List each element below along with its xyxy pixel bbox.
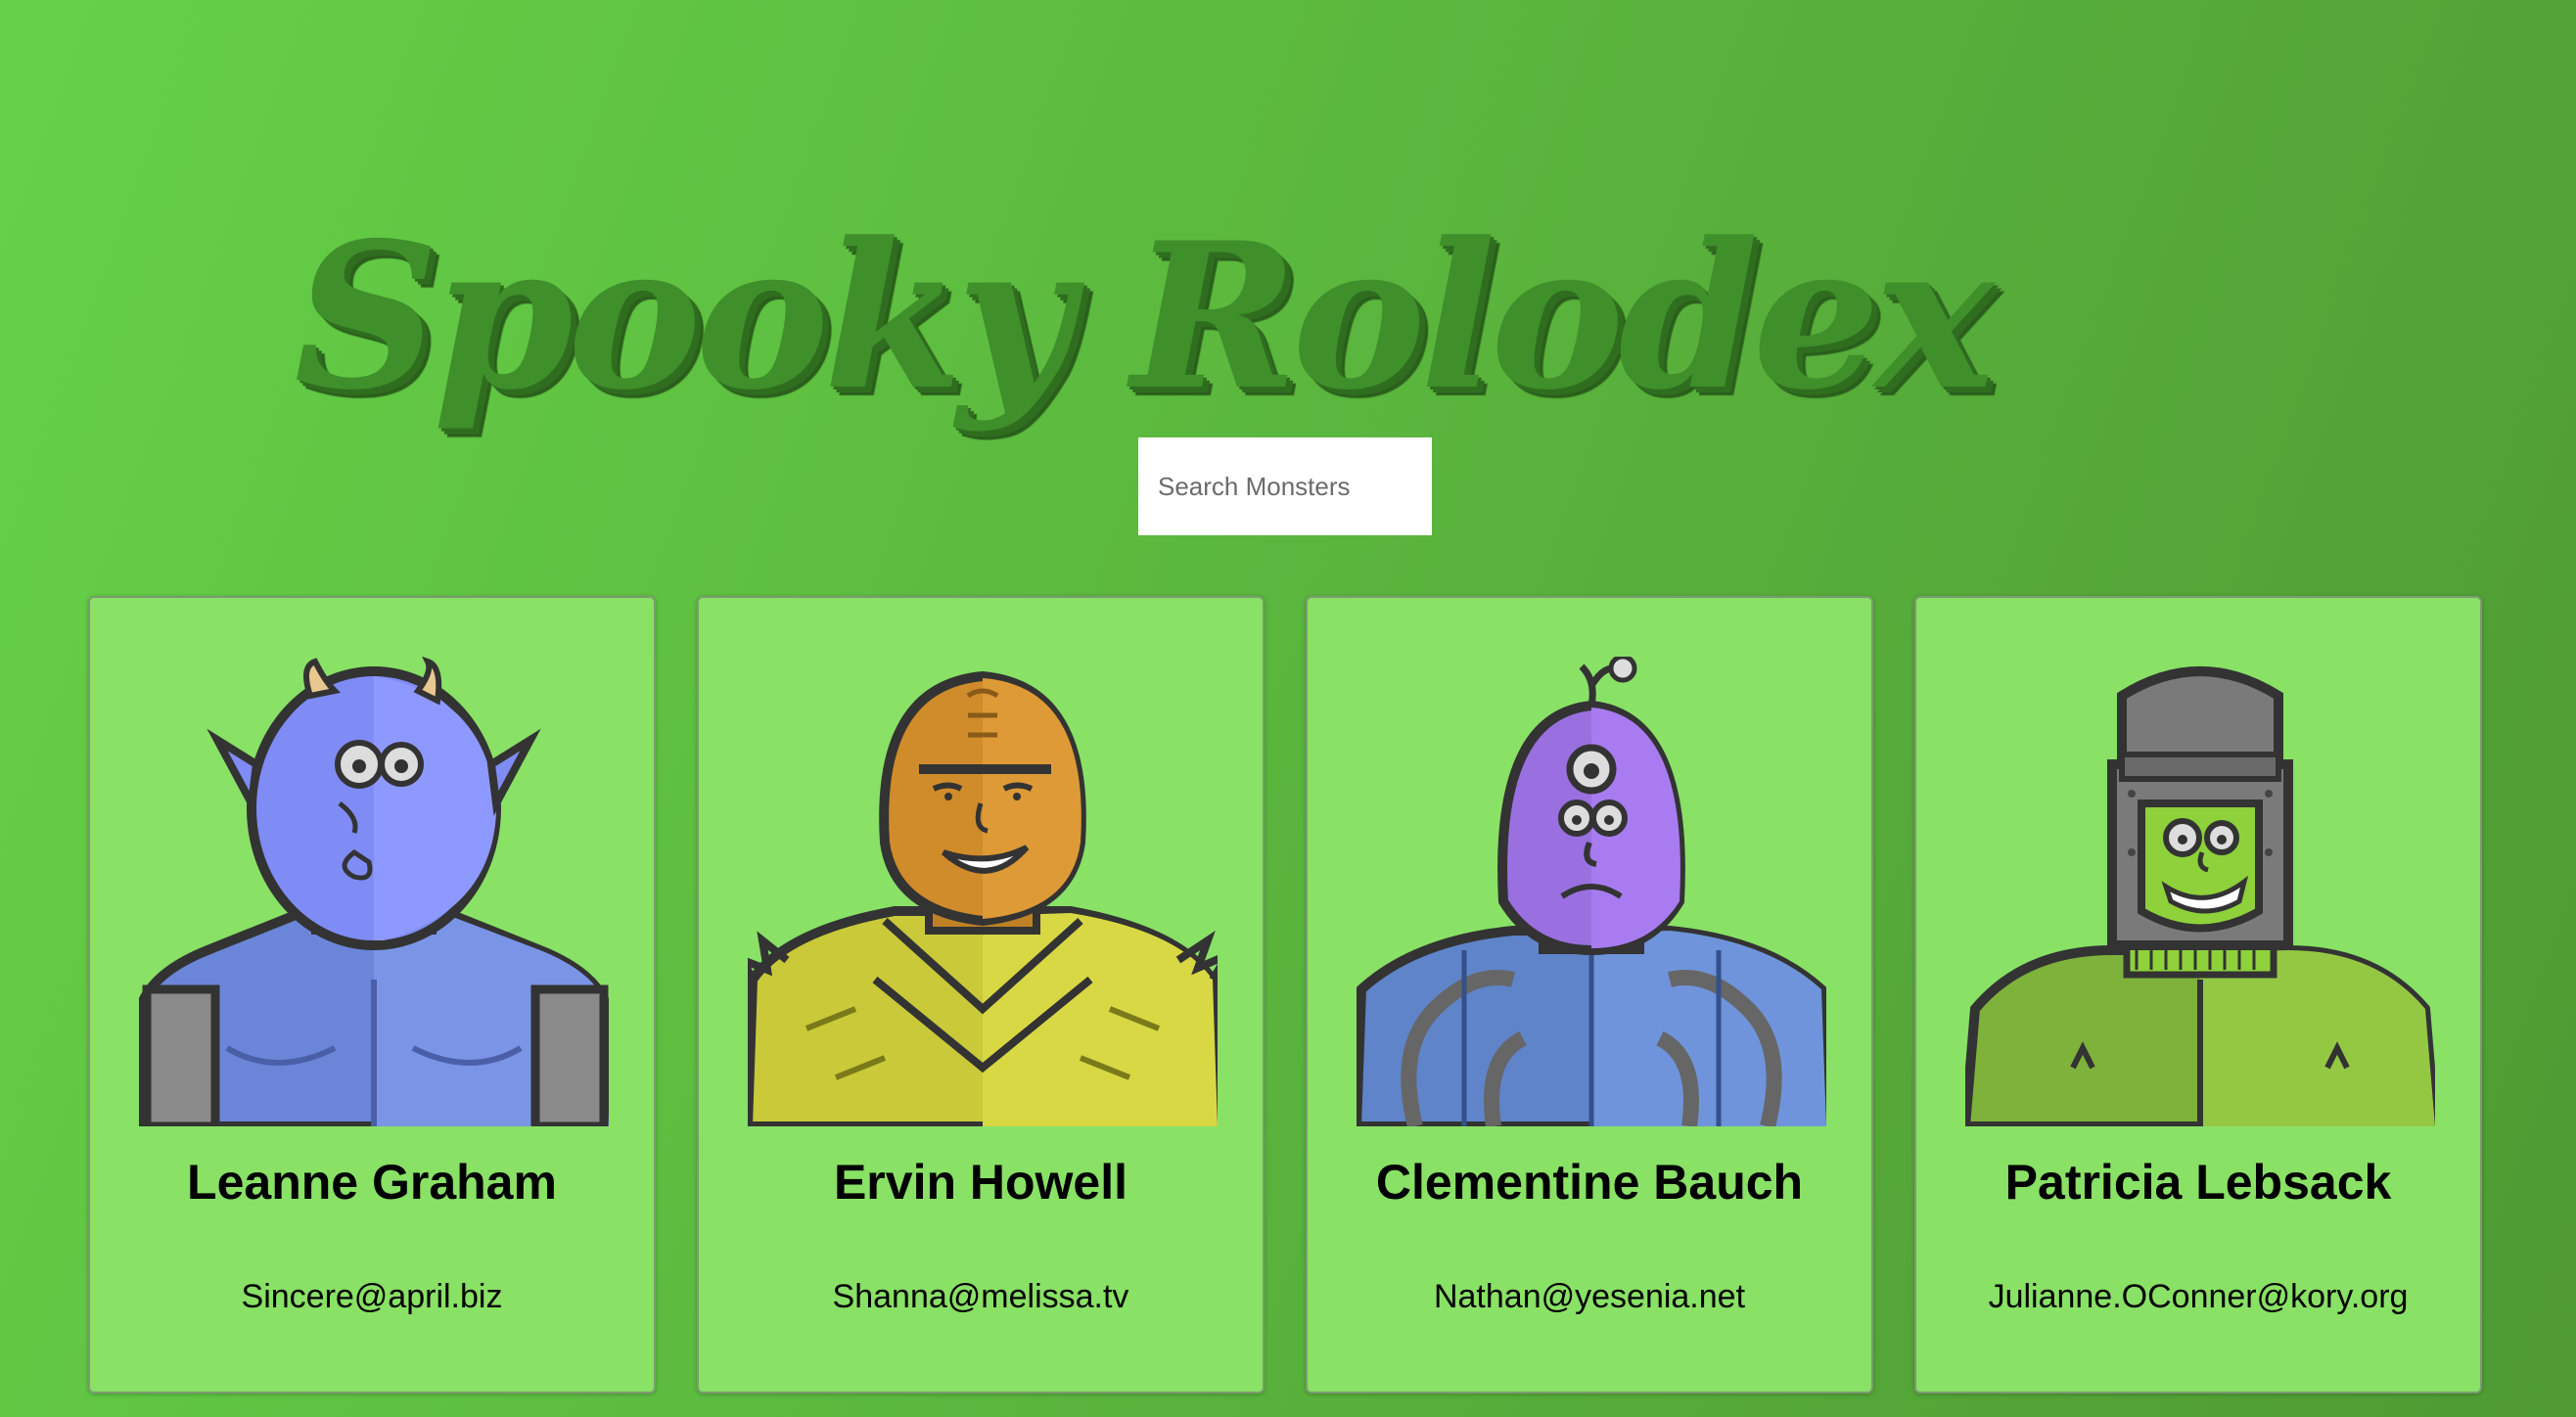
monster-email: Nathan@yesenia.net	[1433, 1278, 1746, 1315]
monster-card[interactable]: Patricia Lebsack Julianne.OConner@kory.o…	[1914, 596, 2482, 1394]
monster-avatar-image	[1965, 666, 2435, 1126]
monster-name: Patricia Lebsack	[2004, 1155, 2392, 1210]
page-title: Spooky Rolodex	[294, 200, 1994, 435]
monster-avatar-image	[1357, 657, 1826, 1126]
monster-name: Leanne Graham	[187, 1155, 557, 1210]
monster-avatar-image	[748, 670, 1218, 1126]
monster-email: Sincere@april.biz	[241, 1278, 503, 1315]
monster-email: Julianne.OConner@kory.org	[1988, 1278, 2409, 1315]
monster-name: Clementine Bauch	[1375, 1155, 1804, 1210]
monster-card[interactable]: Leanne Graham Sincere@april.biz	[88, 596, 656, 1394]
monster-card[interactable]: Ervin Howell Shanna@melissa.tv	[697, 596, 1265, 1394]
monster-avatar-image	[139, 657, 609, 1126]
monster-email: Shanna@melissa.tv	[832, 1278, 1129, 1315]
search-input[interactable]	[1138, 437, 1432, 535]
monster-card[interactable]: Clementine Bauch Nathan@yesenia.net	[1306, 596, 1873, 1394]
monster-name: Ervin Howell	[833, 1155, 1128, 1210]
